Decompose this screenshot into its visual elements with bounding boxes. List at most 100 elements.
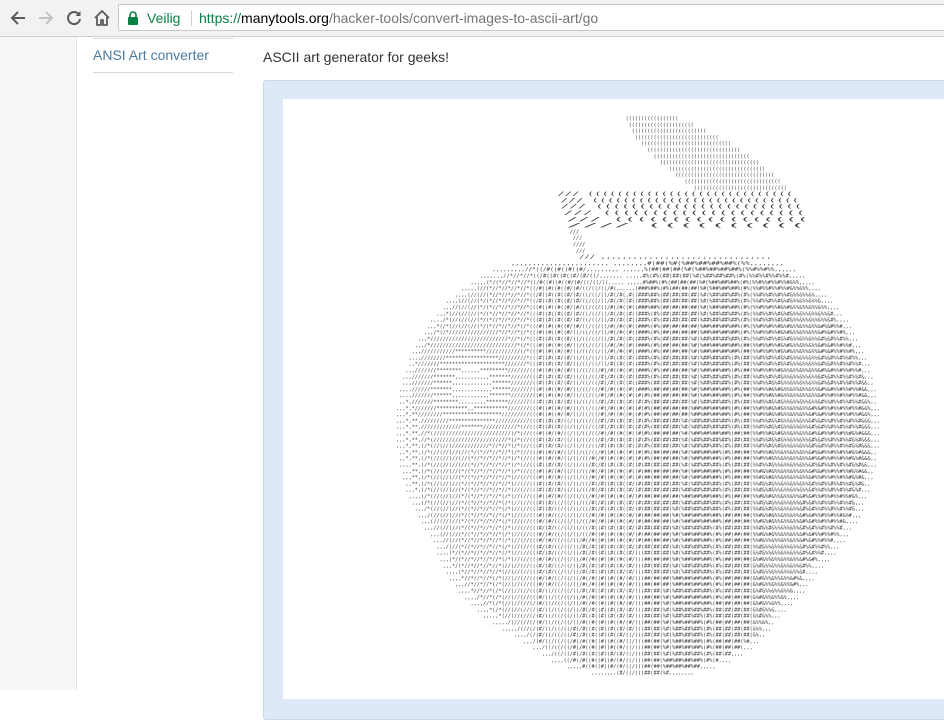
ascii-art-output[interactable]: ((((((((((((((((((((((((((((((((((((((((… bbox=[283, 99, 944, 699]
ascii-art-row: ,,,*,**,(/*(//(//(////////////*//*//*(/*… bbox=[396, 444, 880, 450]
ascii-art-row: ,,,*,(/*(//(//(//(*/(*//*//*//*//*(//(//… bbox=[406, 488, 871, 494]
ascii-art-row: ,,*,**,(/*(//(//(//(//(*//*//*//*//*(/*(… bbox=[399, 456, 876, 462]
page-tagline: ASCII art generator for geeks! bbox=[263, 49, 449, 65]
ascii-art-row: ,,,,,/(//(//(/(#/((/((/((/((/#((#((#((#(… bbox=[492, 620, 774, 626]
ascii-art-row: /// (((((((((((((((((((((((((((( bbox=[557, 192, 793, 198]
ascii-art-row: ,,,**,(/*(//(//(//(*/(*//*//*//*//*(/*(/… bbox=[402, 469, 873, 475]
ascii-art-row: ,,,,**,(/*(//(//(//(//(*//*//*//*//*(/*(… bbox=[399, 463, 876, 469]
ascii-art-row: ,,,//(//(//(*/(*//*//*//*//*(((#((#((#((… bbox=[443, 305, 840, 311]
forward-button[interactable] bbox=[35, 7, 57, 29]
ascii-art-row: ,,*///////*********************///////*(… bbox=[409, 362, 871, 368]
menu-divider bbox=[93, 38, 233, 39]
ascii-art-row: ,,,//(//(//(*/(*//*//*//*(/*(//(//(((#/(… bbox=[424, 526, 852, 532]
ascii-art-row: ,,,,/*(//(//(//(*/(*//*//*//*//*(((#((#(… bbox=[430, 318, 849, 324]
ascii-art-row: ,,,*,**,//*(/////////////////////////(/*… bbox=[396, 431, 880, 437]
ascii-art-row: ,,,//*//*//*(/*(//(//(//(((#/(#/((/((/((… bbox=[455, 582, 808, 588]
ascii-art-row: ,,,///////////**********///////////(/*((… bbox=[412, 349, 865, 355]
home-icon bbox=[93, 9, 111, 27]
ascii-art-row: ,,,/(#/((/((/((/#(/#((#((#((#((#/((/(((#… bbox=[523, 639, 759, 645]
ascii-art-row: ,,,,(*/(*//*//*//*//*(/*(//(//(((#/(#/((… bbox=[437, 551, 837, 557]
ascii-art-row: /// bbox=[576, 248, 585, 254]
ascii-art-row: ,,,///////******,,,,,,,,,,,,,******/////… bbox=[402, 381, 873, 387]
ascii-apple-image: ((((((((((((((((((((((((((((((((((((((((… bbox=[396, 116, 880, 676]
ascii-art-row: ,,,*(//(//(//(*/(*//*//*//*//*(((#((#((#… bbox=[437, 311, 843, 317]
ascii-art-row: ,,,/*(/*////////////////*//*//*(/*(((#((… bbox=[424, 330, 855, 336]
ascii-art-row: ,,,,,,,//*//*//*((/#((#((#((#/(#/((/,,,,… bbox=[480, 274, 806, 280]
home-button[interactable] bbox=[91, 7, 113, 29]
ascii-art-row: /// (((((((((((((((((((((((( bbox=[561, 204, 803, 210]
ascii-art-row: ,,,,(//(//(*//*//*//*//*((/#((#((#((#/(#… bbox=[455, 292, 827, 298]
address-bar[interactable]: Veilig https://manytools.org/hacker-tool… bbox=[118, 4, 944, 31]
url-text[interactable]: https://manytools.org/hacker-tools/conve… bbox=[199, 10, 598, 26]
ascii-art-row: ((((((((((((((((((((((((((((((( bbox=[685, 179, 781, 185]
back-button[interactable] bbox=[7, 7, 29, 29]
ascii-art-row: (((((((((((((((((((((((((((((( bbox=[694, 185, 787, 191]
url-path: /hacker-tools/convert-images-to-ascii-ar… bbox=[328, 10, 599, 26]
ascii-art-row: ,,,*,*///////**********,,***********////… bbox=[396, 406, 880, 412]
ascii-art-row: ,,,,(/*(//(//(//(*/(*//*//*//*(/*(//(//(… bbox=[409, 494, 868, 500]
ascii-art-row: ,,,,,,,,(#/((/(((##(##(%#,,,,,,,, bbox=[592, 670, 694, 676]
ascii-art-row: ,,,/((/((/((/#(/#((#((#((#((#/((/(((##(#… bbox=[533, 645, 753, 651]
ascii-art-row: ,,,,,#((#((#((#/(#/((/(((##(##(%##%##%##… bbox=[567, 664, 716, 670]
ascii-art-row: ,,*,**,(/*(//(//(//(//(*/(*//*//*//*(/*(… bbox=[399, 450, 876, 456]
ascii-art-row: ,,,/(//(//(//(*/(*//*//*//*(/*(//(//(((#… bbox=[418, 513, 861, 519]
ascii-art-row: ,,,,((/#(/#((#((#((#/(#/((/(((##(##(%##%… bbox=[551, 658, 731, 664]
ascii-art-row: ,,,,,,,,,//*((/#((#((#((#/,,,,,,,,, ,,,,… bbox=[492, 267, 796, 273]
ascii-art-row: /// bbox=[570, 229, 579, 235]
ascii-art-row: ((((((((((((((((((((((((((((((( bbox=[654, 154, 750, 160]
address-separator bbox=[191, 10, 192, 26]
secure-label: Veilig bbox=[147, 10, 181, 26]
ascii-art-row: ,,,,////////*****************/////////*(… bbox=[409, 355, 868, 361]
ascii-art-row: (((((((((((((((((((((((((((((((( bbox=[660, 160, 759, 166]
ascii-art-row: ,,,,,/(//(/(#/((/((/((/#(/#((#((#((#((#/… bbox=[502, 626, 772, 632]
ascii-art-row: ,,,,(//(//(*/(*//*//*//*//*((/#((#((#((#… bbox=[446, 299, 834, 305]
ascii-art-row: ,,,,*(/*(//(//(//(/(#/((/((/((/((/#(/#((… bbox=[477, 607, 787, 613]
ascii-art-row: ,,,,/(/(#/((/((/((/#(/#((#((#((#((#/((/(… bbox=[514, 633, 765, 639]
menu-divider bbox=[93, 72, 233, 73]
ascii-art-row: ,,,(/*(//(//(//(*/(*//*//*//*(/*(//(//((… bbox=[412, 500, 865, 506]
ascii-art-row: ,,**,(/*(//(//(//(*/(*//*//*//*//*(//(//… bbox=[406, 481, 871, 487]
ascii-art-row: ,,,,,(*/(*//*//*//*((/#((#((#((#/(#/((/(… bbox=[471, 280, 815, 286]
reload-button[interactable] bbox=[63, 7, 85, 29]
back-arrow-icon bbox=[9, 9, 27, 27]
ascii-art-row: ,,,*,**,//*(////////////////////////*(/*… bbox=[396, 437, 880, 443]
ascii-art-row: ,,,*,**,/////////////*******///////////*… bbox=[396, 425, 880, 431]
ascii-art-row: ,,,(*/(*//*//*//*//*(/*(//(//(((#/(#/((/… bbox=[440, 557, 831, 563]
ascii-art-row: ,,,*/////////////////////////*//*(/*(((#… bbox=[418, 337, 858, 343]
ascii-art-row: ,,,//(//(*//*//*//*//*(/*(//(//(((#/(#/(… bbox=[433, 538, 845, 544]
lock-icon bbox=[127, 11, 139, 30]
ascii-art-row: ((((((((((((((((((((( bbox=[629, 122, 694, 128]
ascii-art-row: ,,,(//(//(//(*/(*//*//*//*(/*(//(//(((#/… bbox=[421, 519, 858, 525]
ascii-art-row: ,,,/*////////////////////////////*(/*(((… bbox=[415, 343, 861, 349]
ascii-art-row: /// ((((((((((((((((( bbox=[567, 217, 809, 223]
ascii-art-row: (((((((((((((((((((((((((((((((( bbox=[675, 173, 774, 179]
ascii-art-row: ,,,,,(//(*//*//*//*//*((/#((#((#((#/(#/(… bbox=[461, 286, 821, 292]
ascii-art-row: ((((((((((((((((((((((((((((( bbox=[641, 141, 731, 147]
ascii-art-row: ,,,,,*(//(//(//(/(#/((/((/((/((/#((#((#(… bbox=[483, 614, 781, 620]
ascii-art-row: /// ((((((((((((((((((((( bbox=[564, 211, 806, 217]
ascii-art-row: /// bbox=[573, 236, 582, 242]
ascii-art-row: /// ,,,,,,,,,,,,,,,,,,,,,,,,,,,,,,,, bbox=[579, 255, 771, 261]
ascii-art-row: (((((((((((((((((((((((( bbox=[632, 129, 706, 135]
ascii-art-row: ,,,(//(//(*/(*//*//*//*(/*(//(//(((#/(#/… bbox=[430, 532, 849, 538]
ascii-art-row: ,,,*(/*(//(//(//(*/(*//*//*//*(/*(((#((#… bbox=[427, 324, 852, 330]
ascii-art-row: ,,,*,**////////*******************//////… bbox=[396, 412, 880, 418]
ascii-art-row: ,,,,(*//*//*//*//*(//(//(//(((#/(#/((/((… bbox=[446, 570, 818, 576]
ascii-art-row: ,,,,*//*//*(/*(//(//(//(((#/((/((/((/((/… bbox=[458, 589, 805, 595]
url-scheme: https:// bbox=[199, 10, 242, 26]
ascii-art-row: /// ((((((((((((((((((((((((((( bbox=[561, 198, 800, 204]
ascii-art-row: ,,*,///////********,,,,,,,,,*******/////… bbox=[399, 400, 876, 406]
forward-arrow-icon bbox=[37, 9, 55, 27]
ascii-art-row: ,,,/*(//(//(//(*/(*//*//*//*(/*(//(//(((… bbox=[415, 507, 865, 513]
ascii-art-row: ((((((((((((((((((((((((((( bbox=[635, 135, 719, 141]
ascii-art-row: ((((((((((((((((( bbox=[626, 116, 679, 122]
menu-item-ansi-art-converter[interactable]: ANSI Art converter bbox=[93, 47, 209, 63]
ascii-art-row: ,,,*,**,/////////***************////////… bbox=[396, 418, 880, 424]
ascii-art-row: ,,,///////*******,,,,,,,,,,,*******/////… bbox=[402, 374, 873, 380]
url-host: manytools.org bbox=[241, 10, 329, 26]
ascii-art-row: ,,,,*//*//*//*(/*(//(//(//(((#/(#/((/((/… bbox=[449, 576, 815, 582]
ascii-art-row: ,,,,///////******,,,,,,,,,,,,*******////… bbox=[399, 393, 876, 399]
browser-toolbar: Veilig https://manytools.org/hacker-tool… bbox=[0, 0, 944, 37]
ascii-art-row: ,,,///////********,,,,,,*********///////… bbox=[406, 368, 871, 374]
ascii-art-row: ,,,,//////*******,,,,,,,,,,,,,******////… bbox=[399, 387, 876, 393]
